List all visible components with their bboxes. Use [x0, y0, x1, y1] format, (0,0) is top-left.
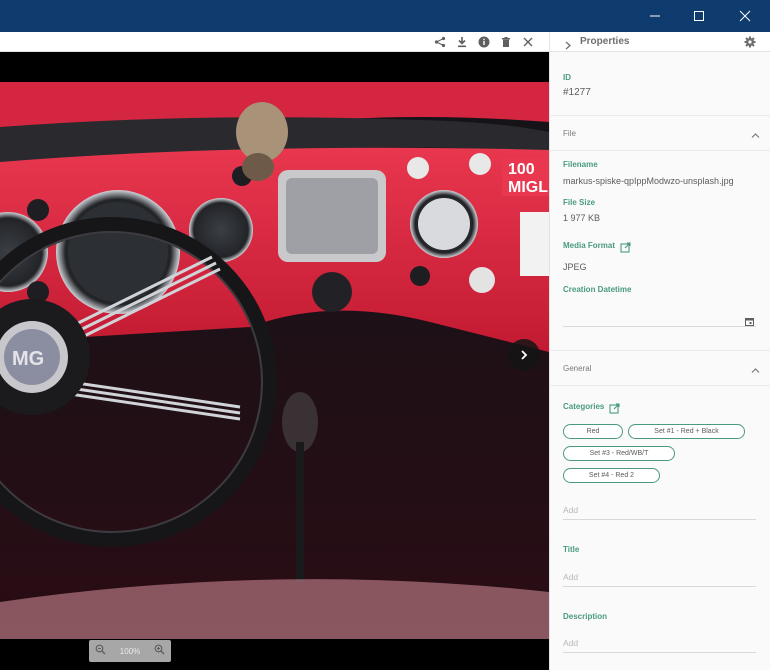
close-window-button[interactable]	[722, 0, 768, 32]
zoom-in-button[interactable]	[154, 642, 165, 660]
id-label: ID	[563, 73, 571, 82]
download-icon	[458, 37, 466, 48]
description-placeholder: Add	[563, 638, 579, 648]
gear-icon	[744, 36, 756, 48]
collapse-panel-button[interactable]	[564, 37, 572, 55]
title-bar	[0, 0, 770, 32]
general-section-title: General	[563, 364, 592, 373]
close-icon	[739, 10, 751, 22]
filesize-value: 1 977 KB	[563, 213, 601, 223]
app-window: 100 MIGL MG 100% Properties ID #1277 Fil…	[0, 0, 770, 670]
zoom-out-icon	[95, 644, 106, 655]
file-section-title: File	[563, 129, 576, 138]
category-chip[interactable]: Set #1 - Red + Black	[628, 424, 745, 439]
delete-button[interactable]	[498, 34, 514, 50]
viewer-toolbar	[0, 32, 549, 52]
description-label: Description	[563, 612, 608, 621]
next-image-button[interactable]	[508, 339, 540, 371]
creation-datetime-label: Creation Datetime	[563, 285, 632, 294]
info-icon	[478, 36, 490, 48]
title-label: Title	[563, 545, 580, 554]
filename-value: markus-spiske-qpIppModwzo-unsplash.jpg	[563, 176, 734, 186]
image-viewer: 100 MIGL MG 100%	[0, 32, 549, 670]
chevron-up-icon	[751, 126, 760, 144]
external-link-icon	[620, 242, 631, 253]
calendar-icon	[745, 318, 754, 326]
mediaformat-link-button[interactable]	[620, 240, 631, 258]
general-section-header[interactable]: General	[550, 350, 770, 386]
share-icon	[434, 36, 446, 48]
delete-icon	[502, 37, 510, 47]
chevron-right-icon	[521, 350, 528, 360]
title-placeholder: Add	[563, 572, 579, 582]
chevron-right-icon	[565, 41, 571, 50]
close-viewer-button[interactable]	[520, 34, 536, 50]
file-section-header[interactable]: File	[550, 115, 770, 151]
photo-illustration: 100 MIGL MG	[0, 82, 549, 639]
calendar-button[interactable]	[745, 313, 754, 331]
filename-label: Filename	[563, 160, 598, 169]
filesize-label: File Size	[563, 198, 596, 207]
chevron-up-icon	[751, 361, 760, 379]
svg-text:MIGL: MIGL	[508, 179, 548, 196]
mediaformat-value: JPEG	[563, 262, 587, 272]
minimize-button[interactable]	[632, 0, 678, 32]
svg-text:100: 100	[508, 161, 535, 178]
categories-add-placeholder: Add	[563, 505, 579, 515]
categories-label: Categories	[563, 402, 605, 411]
maximize-icon	[694, 11, 704, 21]
category-chip[interactable]: Set #3 - Red/WB/T	[563, 446, 675, 461]
description-field[interactable]	[563, 652, 756, 653]
settings-button[interactable]	[744, 35, 756, 53]
zoom-out-button[interactable]	[95, 642, 106, 660]
close-icon	[523, 37, 533, 47]
title-field[interactable]	[563, 586, 756, 587]
share-button[interactable]	[432, 34, 448, 50]
categories-add-field[interactable]	[563, 519, 756, 520]
zoom-control: 100%	[89, 640, 171, 662]
minimize-icon	[650, 15, 660, 17]
maximize-button[interactable]	[676, 0, 722, 32]
category-chip[interactable]: Set #4 - Red 2	[563, 468, 660, 483]
categories-link-button[interactable]	[609, 401, 620, 419]
creation-datetime-field[interactable]	[563, 326, 756, 327]
external-link-icon	[609, 403, 620, 414]
svg-text:MG: MG	[12, 348, 44, 370]
download-button[interactable]	[454, 34, 470, 50]
zoom-level: 100%	[119, 646, 141, 656]
car-dashboard-photo: 100 MIGL MG	[0, 82, 549, 639]
properties-panel: Properties ID #1277 File Filename markus…	[549, 32, 770, 670]
category-chip[interactable]: Red	[563, 424, 623, 439]
properties-title: Properties	[580, 36, 630, 47]
properties-header: Properties	[550, 32, 770, 52]
id-value: #1277	[563, 87, 591, 98]
mediaformat-label: Media Format	[563, 241, 616, 250]
zoom-in-icon	[154, 644, 165, 655]
info-button[interactable]	[476, 34, 492, 50]
